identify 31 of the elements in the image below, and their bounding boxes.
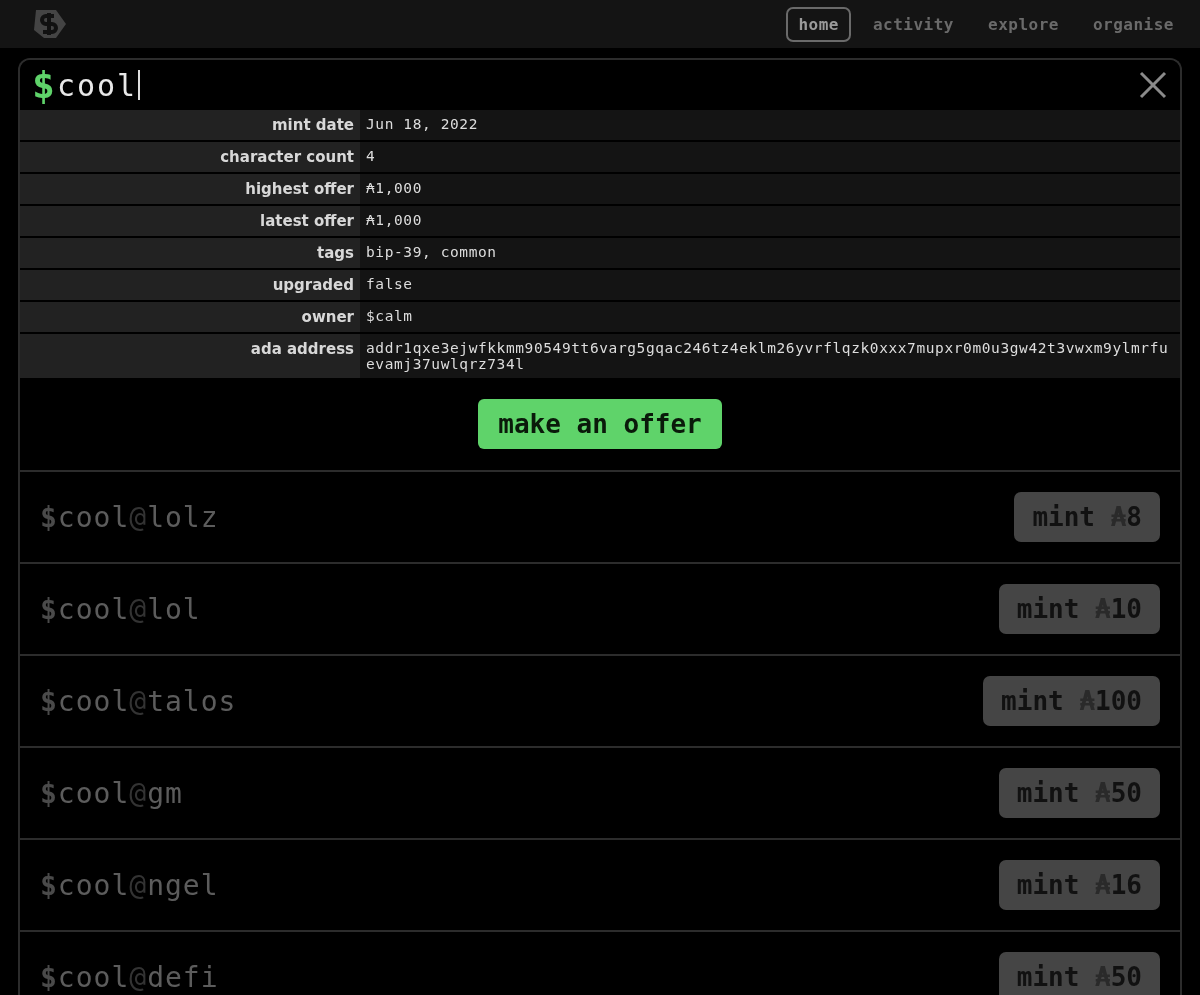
detail-label: character count: [20, 142, 360, 172]
nav-tab[interactable]: home: [786, 6, 851, 42]
dollar-sigil: $: [32, 63, 55, 107]
detail-label: upgraded: [20, 270, 360, 300]
handle-name[interactable]: $cool@talos: [40, 684, 237, 718]
search-value: cool: [56, 67, 138, 103]
detail-label: owner: [20, 302, 360, 332]
detail-label: latest offer: [20, 206, 360, 236]
detail-label: mint date: [20, 110, 360, 140]
handle-name[interactable]: $cool@lol: [40, 592, 201, 626]
detail-value: ₳1,000: [360, 206, 1180, 236]
handle-name[interactable]: $cool@gm: [40, 776, 183, 810]
nav-tab[interactable]: organise: [1080, 6, 1186, 42]
handle-name[interactable]: $cool@ngel: [40, 868, 219, 902]
detail-label: tags: [20, 238, 360, 268]
detail-label: highest offer: [20, 174, 360, 204]
handle-name[interactable]: $cool@defi: [40, 960, 219, 994]
nav-tab[interactable]: explore: [976, 6, 1071, 42]
detail-value: addr1qxe3ejwfkkmm90549tt6varg5gqac246tz4eklm26yvrflqzk0xxx7mupxr0m0u3gw42t3vwxm9ylmrfuevamj37uwlqrz734l: [360, 334, 1180, 378]
detail-label: ada address: [20, 334, 360, 378]
detail-value: bip-39, common: [360, 238, 1180, 268]
handle-name[interactable]: $cool@lolz: [40, 500, 219, 534]
make-offer-button[interactable]: make an offer: [478, 399, 722, 449]
nav-tab[interactable]: activity: [860, 6, 966, 42]
detail-value: ₳1,000: [360, 174, 1180, 204]
detail-value: $calm: [360, 302, 1180, 332]
detail-value: false: [360, 270, 1180, 300]
text-cursor: [138, 70, 141, 100]
detail-value: Jun 18, 2022: [360, 110, 1180, 140]
detail-value: 4: [360, 142, 1180, 172]
close-icon[interactable]: [1138, 70, 1168, 100]
